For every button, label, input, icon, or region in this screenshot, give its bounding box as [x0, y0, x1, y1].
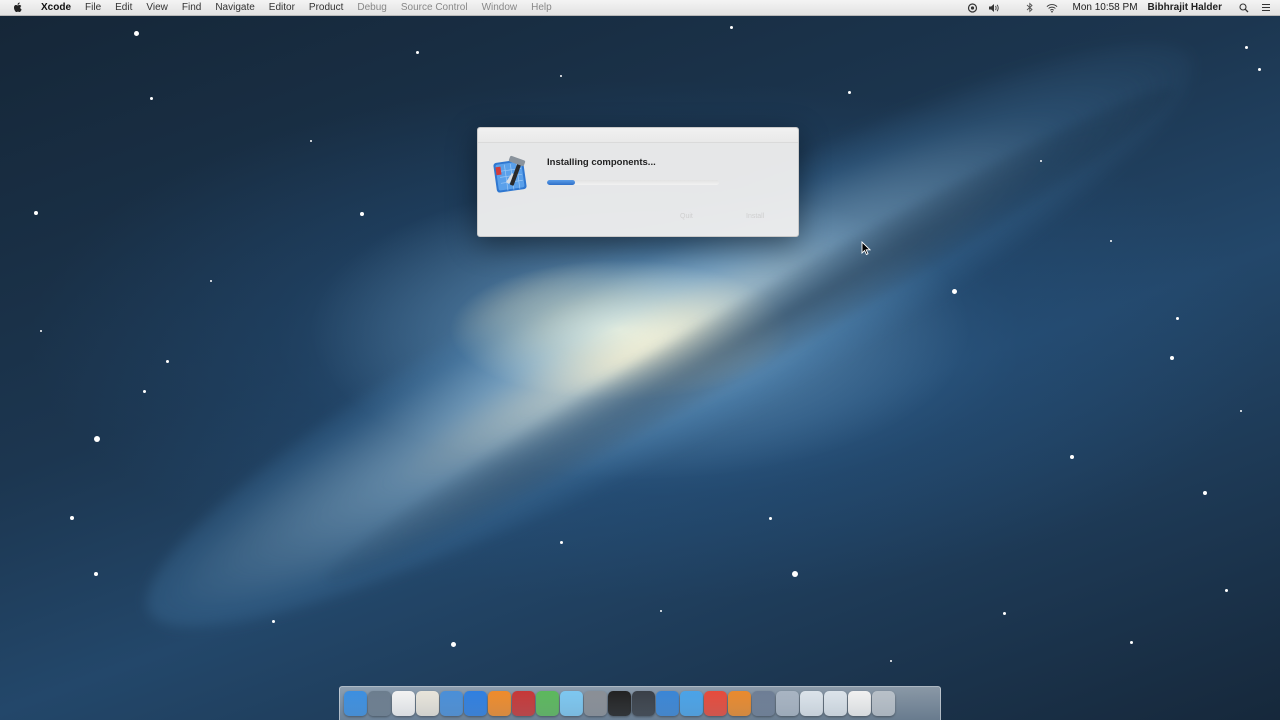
menu-edit[interactable]: Edit	[108, 0, 139, 15]
star	[1130, 641, 1133, 644]
dock-simulator-icon[interactable]	[776, 691, 799, 716]
dock-textedit-icon[interactable]	[416, 691, 439, 716]
wifi-icon[interactable]	[1046, 2, 1058, 14]
bluetooth-icon[interactable]	[1024, 2, 1036, 14]
dock-activity-monitor-icon[interactable]	[632, 691, 655, 716]
star	[1203, 491, 1207, 495]
menu-help[interactable]: Help	[524, 0, 559, 15]
screen-mirroring-icon[interactable]	[966, 2, 978, 14]
star	[792, 571, 798, 577]
star	[769, 517, 772, 520]
dock-system-preferences-icon[interactable]	[584, 691, 607, 716]
star	[94, 436, 100, 442]
star	[560, 75, 562, 77]
star	[310, 140, 312, 142]
dock-photo-booth-icon[interactable]	[512, 691, 535, 716]
star	[40, 330, 42, 332]
menu-clock[interactable]: Mon 10:58 PM	[1072, 0, 1137, 15]
menu-bar: Xcode File Edit View Find Navigate Edito…	[0, 0, 1280, 16]
star	[660, 610, 662, 612]
volume-icon[interactable]	[988, 2, 1000, 14]
dock-instruments-icon[interactable]	[752, 691, 775, 716]
star	[1258, 68, 1261, 71]
menu-navigate[interactable]: Navigate	[208, 0, 261, 15]
star	[560, 541, 563, 544]
star	[94, 572, 98, 576]
dock-firefox-icon[interactable]	[728, 691, 751, 716]
dock-trash-icon[interactable]	[872, 691, 895, 716]
star	[1003, 612, 1006, 615]
star	[1240, 410, 1242, 412]
mouse-cursor-icon	[861, 240, 872, 256]
dock-safari-icon[interactable]	[680, 691, 703, 716]
menu-view[interactable]: View	[139, 0, 175, 15]
star	[451, 642, 456, 647]
menu-debug[interactable]: Debug	[350, 0, 393, 15]
menu-file[interactable]: File	[78, 0, 108, 15]
star	[360, 212, 364, 216]
install-progress-fill	[547, 180, 575, 185]
star	[730, 26, 733, 29]
dock-downloads-folder-icon[interactable]	[824, 691, 847, 716]
dock-itunes-icon[interactable]	[440, 691, 463, 716]
star	[70, 516, 74, 520]
star	[143, 390, 146, 393]
star	[210, 280, 212, 282]
dock-calendar-icon[interactable]	[392, 691, 415, 716]
star	[848, 91, 851, 94]
star	[890, 660, 892, 662]
star	[134, 31, 139, 36]
menu-bar-status-area: Mon 10:58 PM Bibhrajit Halder	[966, 0, 1272, 15]
star	[150, 97, 153, 100]
installing-components-dialog: Installing components... Quit Install	[477, 127, 799, 237]
star	[416, 51, 419, 54]
star	[952, 289, 957, 294]
star	[1170, 356, 1174, 360]
menu-xcode[interactable]: Xcode	[34, 0, 78, 15]
dock-messages-icon[interactable]	[560, 691, 583, 716]
menu-user-name[interactable]: Bibhrajit Halder	[1148, 0, 1222, 15]
install-progress-bar	[547, 180, 719, 185]
dock-documents-folder-icon[interactable]	[800, 691, 823, 716]
xcode-app-icon	[492, 154, 534, 196]
dock-app-store-icon[interactable]	[464, 691, 487, 716]
star	[1225, 589, 1228, 592]
dock-xcode-icon[interactable]	[656, 691, 679, 716]
dialog-titlebar[interactable]	[478, 128, 798, 143]
dock-finder-icon[interactable]	[344, 691, 367, 716]
dock-stack-icon[interactable]	[848, 691, 871, 716]
dock	[339, 686, 941, 720]
star	[1176, 317, 1179, 320]
star	[1110, 240, 1112, 242]
dock-maps-icon[interactable]	[536, 691, 559, 716]
spotlight-search-icon[interactable]	[1238, 2, 1250, 14]
install-button[interactable]: Install	[740, 211, 770, 223]
menu-editor[interactable]: Editor	[262, 0, 302, 15]
notification-center-icon[interactable]	[1260, 2, 1272, 14]
star	[272, 620, 275, 623]
star	[166, 360, 169, 363]
star	[34, 211, 38, 215]
menu-window[interactable]: Window	[475, 0, 525, 15]
menu-product[interactable]: Product	[302, 0, 350, 15]
dialog-message: Installing components...	[547, 157, 656, 168]
star	[1245, 46, 1248, 49]
star	[1040, 160, 1042, 162]
dock-ibooks-icon[interactable]	[488, 691, 511, 716]
dock-terminal-icon[interactable]	[608, 691, 631, 716]
menu-find[interactable]: Find	[175, 0, 208, 15]
quit-button[interactable]: Quit	[674, 211, 699, 223]
desktop-wallpaper	[0, 0, 1280, 720]
menu-source-control[interactable]: Source Control	[394, 0, 475, 15]
dock-launchpad-icon[interactable]	[368, 691, 391, 716]
apple-icon[interactable]	[12, 2, 24, 14]
dock-chrome-icon[interactable]	[704, 691, 727, 716]
star	[1070, 455, 1074, 459]
